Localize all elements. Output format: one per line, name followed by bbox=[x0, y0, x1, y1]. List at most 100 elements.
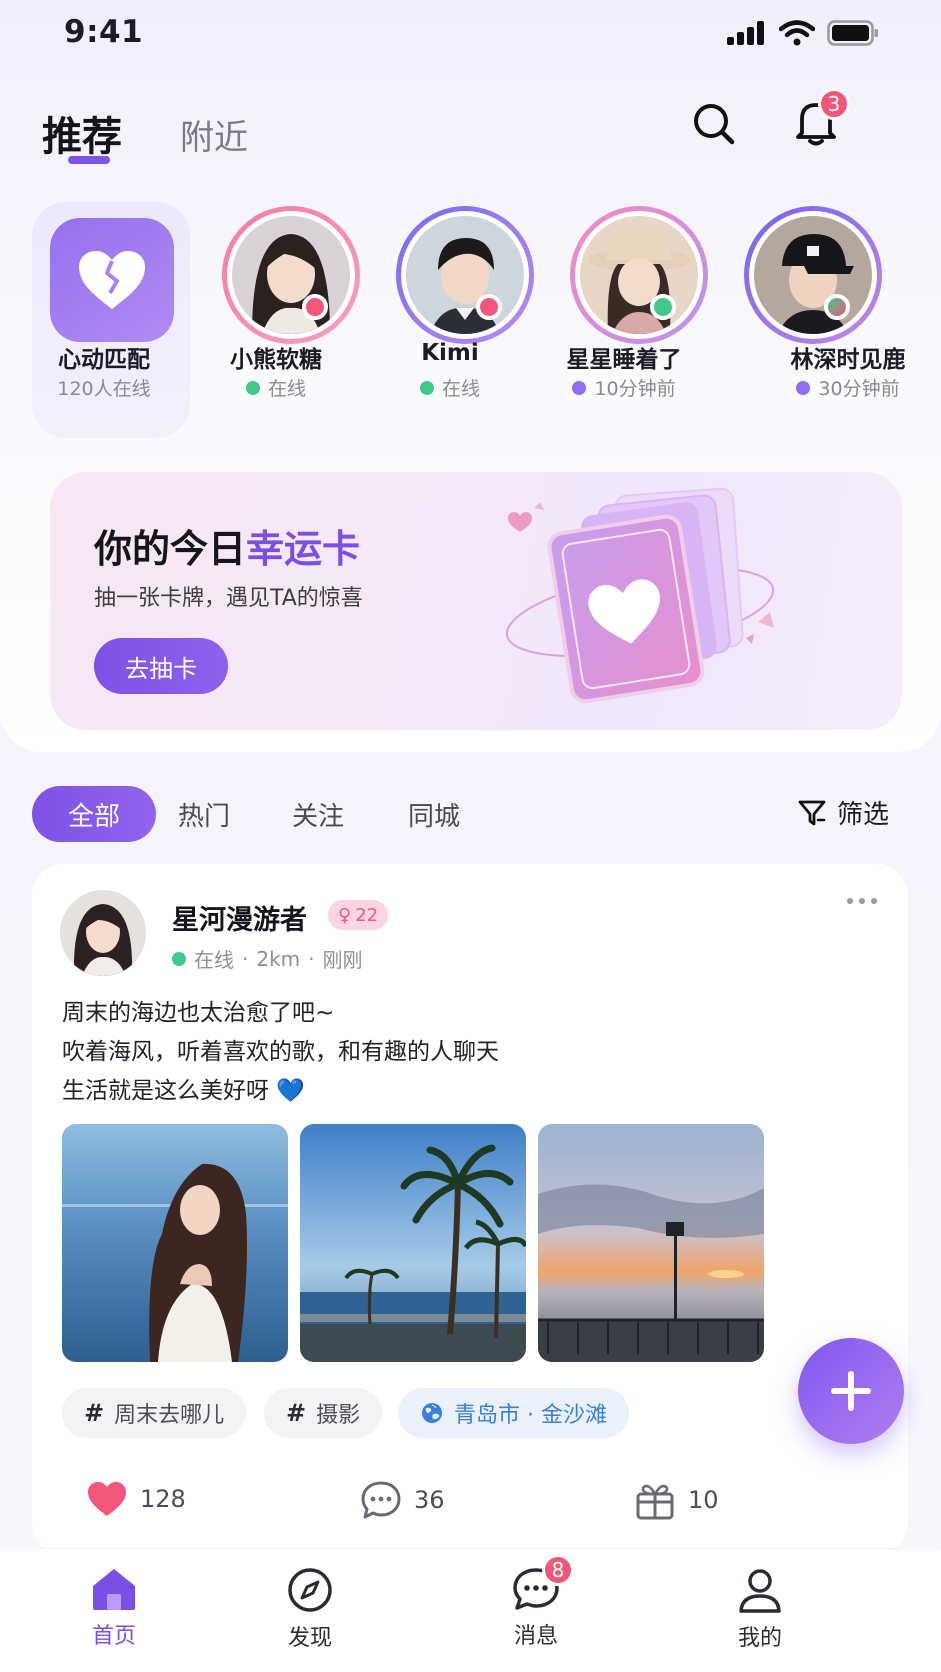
story-avatar-3[interactable] bbox=[570, 206, 708, 344]
post-author-avatar[interactable] bbox=[60, 890, 146, 976]
search-button[interactable] bbox=[690, 100, 738, 148]
gift-icon bbox=[636, 1484, 674, 1520]
tab-active-indicator bbox=[68, 156, 110, 164]
post-photo-1[interactable] bbox=[62, 1124, 288, 1362]
like-count: 128 bbox=[140, 1485, 186, 1513]
battery-icon bbox=[827, 20, 878, 46]
broken-heart-icon bbox=[79, 251, 145, 309]
create-post-button[interactable] bbox=[798, 1338, 904, 1444]
story-status-text: 在线 bbox=[441, 378, 480, 400]
online-dot bbox=[172, 951, 186, 966]
post-photo-2[interactable] bbox=[300, 1124, 526, 1362]
tab-nearby[interactable]: 附近 bbox=[180, 110, 248, 159]
story-avatar-4[interactable] bbox=[744, 206, 882, 344]
lucky-card-title: 你的今日幸运卡 bbox=[94, 518, 360, 573]
draw-card-button[interactable]: 去抽卡 bbox=[94, 638, 228, 694]
avatar bbox=[406, 216, 524, 334]
tab-recommend[interactable]: 推荐 bbox=[42, 104, 122, 162]
filter-icon bbox=[798, 800, 826, 825]
topic-tag-1[interactable]: # 周末去哪儿 bbox=[62, 1388, 247, 1438]
feed-tab-following[interactable]: 关注 bbox=[292, 796, 344, 833]
lucky-title-highlight: 幸运卡 bbox=[246, 527, 361, 571]
story-name-3: 星星睡着了 bbox=[566, 347, 682, 373]
story-status-text: 30分钟前 bbox=[818, 378, 900, 400]
feed-tab-local[interactable]: 同城 bbox=[408, 796, 460, 833]
nav-label: 消息 bbox=[513, 1624, 558, 1649]
age-value: 22 bbox=[355, 904, 379, 926]
cellular-signal-icon bbox=[727, 21, 764, 45]
filter-label: 筛选 bbox=[836, 800, 889, 830]
match-label: 心动匹配 bbox=[58, 347, 150, 373]
nav-profile[interactable]: 我的 bbox=[690, 1566, 830, 1652]
filter-button[interactable]: 筛选 bbox=[797, 794, 889, 831]
recent-dot bbox=[796, 380, 811, 395]
nav-label: 首页 bbox=[91, 1624, 136, 1649]
story-status-1: 在线 bbox=[184, 374, 368, 401]
story-status-4: 30分钟前 bbox=[756, 374, 940, 401]
nav-discover[interactable]: 发现 bbox=[240, 1566, 380, 1652]
status-dot bbox=[302, 294, 328, 320]
online-dot bbox=[419, 380, 434, 395]
online-dot bbox=[245, 380, 260, 395]
globe-icon bbox=[422, 1403, 442, 1423]
nav-label: 我的 bbox=[737, 1626, 782, 1651]
feed-tab-hot[interactable]: 热门 bbox=[178, 796, 230, 833]
tag-label: 摄影 bbox=[316, 1403, 361, 1428]
post-meta: 在线 · 2km · 刚刚 bbox=[172, 944, 363, 973]
avatar bbox=[580, 216, 698, 334]
more-options-button[interactable] bbox=[847, 898, 877, 904]
like-button[interactable]: 128 bbox=[86, 1480, 186, 1518]
feed-tab-all[interactable]: 全部 bbox=[32, 786, 156, 842]
story-status-2: 在线 bbox=[358, 374, 542, 401]
post-text-line: 生活就是这么美好呀 💙 bbox=[62, 1078, 305, 1104]
story-status-3: 10分钟前 bbox=[532, 374, 716, 401]
heart-match-tile[interactable] bbox=[50, 218, 174, 342]
post-text: 周末的海边也太治愈了吧~ 吹着海风，听着喜欢的歌，和有趣的人聊天 生活就是这么美… bbox=[62, 994, 499, 1111]
female-icon: ♀ bbox=[338, 904, 352, 926]
search-icon bbox=[694, 104, 735, 145]
nav-label: 发现 bbox=[287, 1626, 332, 1651]
status-time: 9:41 bbox=[64, 14, 144, 50]
post-text-line: 吹着海风，听着喜欢的歌，和有趣的人聊天 bbox=[62, 1039, 499, 1065]
gift-button[interactable]: 10 bbox=[634, 1480, 719, 1520]
gift-count: 10 bbox=[688, 1486, 719, 1514]
story-name-4: 林深时见鹿 bbox=[790, 347, 906, 373]
avatar bbox=[754, 216, 872, 334]
story-status-text: 在线 bbox=[267, 378, 306, 400]
user-icon bbox=[739, 1569, 781, 1613]
status-icons bbox=[727, 20, 879, 46]
online-text: 在线 bbox=[194, 948, 234, 972]
status-dot bbox=[650, 294, 676, 320]
location-tag[interactable]: 青岛市 · 金沙滩 bbox=[398, 1388, 629, 1438]
messages-badge: 8 bbox=[542, 1554, 574, 1586]
tag-label: 周末去哪儿 bbox=[114, 1403, 225, 1428]
wifi-icon bbox=[779, 20, 815, 46]
recent-dot bbox=[572, 380, 587, 395]
comment-icon bbox=[361, 1481, 401, 1519]
location-label: 青岛市 · 金沙滩 bbox=[454, 1403, 607, 1428]
meta-separator: · bbox=[308, 946, 315, 971]
nav-home[interactable]: 首页 bbox=[44, 1566, 184, 1650]
compass-icon bbox=[288, 1568, 332, 1612]
post-photo-3[interactable] bbox=[538, 1124, 764, 1362]
status-dot bbox=[476, 294, 502, 320]
gender-age-badge: ♀ 22 bbox=[328, 900, 389, 930]
more-dot bbox=[871, 898, 877, 904]
notification-badge: 3 bbox=[818, 88, 850, 120]
distance-text: 2km bbox=[256, 946, 301, 971]
post-time: 刚刚 bbox=[322, 948, 363, 972]
match-online-count: 120人在线 bbox=[57, 378, 151, 400]
comment-button[interactable]: 36 bbox=[360, 1480, 445, 1520]
story-avatar-2[interactable] bbox=[396, 206, 534, 344]
meta-separator: · bbox=[242, 946, 249, 971]
post-text-line: 周末的海边也太治愈了吧~ bbox=[62, 1000, 335, 1026]
home-icon bbox=[93, 1569, 135, 1610]
hashtag-icon: # bbox=[84, 1399, 105, 1427]
nav-messages[interactable]: 消息 bbox=[466, 1566, 606, 1650]
hashtag-icon: # bbox=[286, 1399, 307, 1427]
topic-tag-2[interactable]: # 摄影 bbox=[264, 1388, 383, 1438]
story-avatar-1[interactable] bbox=[222, 206, 360, 344]
avatar bbox=[232, 216, 350, 334]
post-author-name[interactable]: 星河漫游者 bbox=[172, 898, 307, 937]
comment-count: 36 bbox=[414, 1486, 445, 1514]
